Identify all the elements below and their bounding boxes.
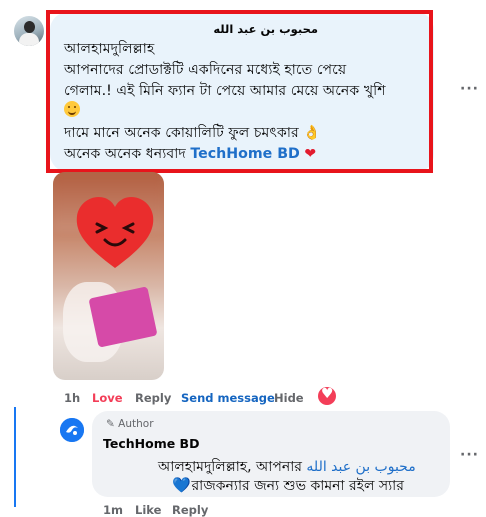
reply-author-name[interactable]: TechHome BD xyxy=(103,436,199,451)
send-message-button[interactable]: Send message xyxy=(181,391,275,405)
avatar-body xyxy=(19,33,39,46)
reply-more-options-button[interactable]: ··· xyxy=(460,447,479,463)
heart-face-emoji-icon xyxy=(76,196,154,268)
reply-line-2: 💙 রাজকন্যার জন্য শুভ কামনা রইল স্যার xyxy=(172,474,404,498)
comment-timestamp[interactable]: 1h xyxy=(64,391,80,405)
hide-button[interactable]: Hide xyxy=(274,391,304,405)
mentioned-user-link[interactable]: محبوب بن عبد الله xyxy=(306,459,415,475)
techhome-logo-icon xyxy=(60,418,84,442)
love-button[interactable]: Love xyxy=(92,391,123,405)
author-badge-label: Author xyxy=(118,418,154,430)
blue-heart-emoji-icon: 💙 xyxy=(172,476,191,494)
avatar-head xyxy=(24,21,35,33)
comment-attached-photo[interactable] xyxy=(53,172,164,380)
highlight-box xyxy=(46,10,433,173)
reply-button[interactable]: Reply xyxy=(135,391,171,405)
page-avatar[interactable] xyxy=(60,418,84,442)
reply-thread-line xyxy=(14,407,16,507)
photo-pink-bag xyxy=(88,286,158,348)
commenter-avatar[interactable] xyxy=(14,16,44,46)
author-badge: ✎ Author xyxy=(106,418,154,430)
comment-more-options-button[interactable]: ··· xyxy=(460,81,479,97)
reply-line-2-text: রাজকন্যার জন্য শুভ কামনা রইল স্যার xyxy=(191,478,404,494)
love-reaction-icon[interactable] xyxy=(318,386,336,405)
pencil-icon: ✎ xyxy=(106,418,115,430)
reply-line-1-prefix: আলহামদুলিল্লাহ, আপনার xyxy=(158,459,302,475)
